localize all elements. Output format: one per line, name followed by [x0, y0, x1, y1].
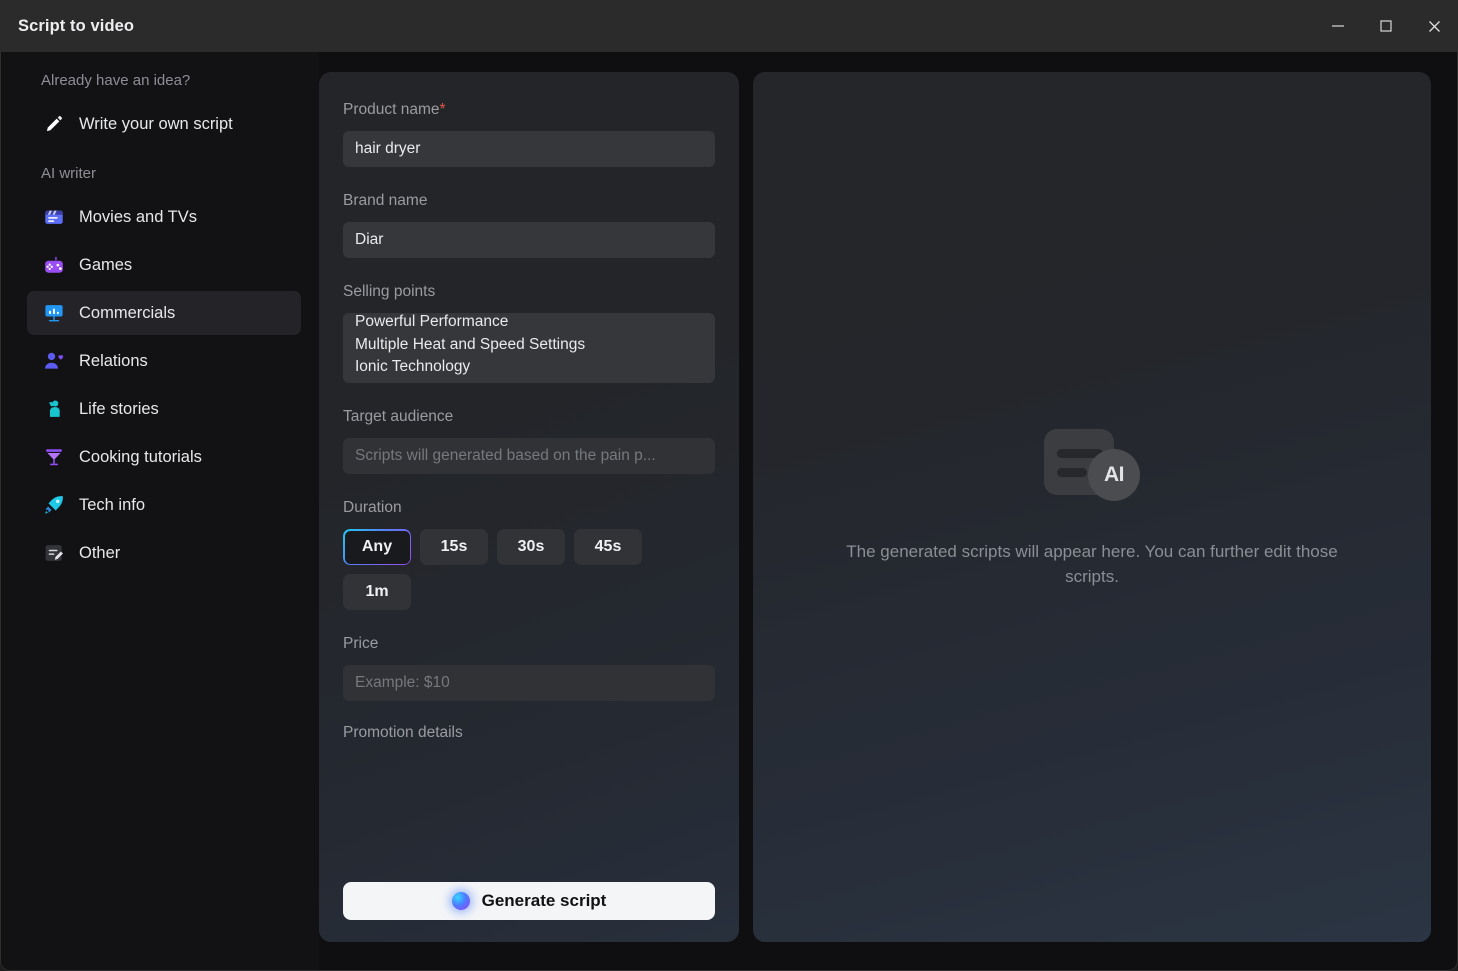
- selling-point-line: Multiple Heat and Speed Settings: [355, 335, 586, 353]
- sidebar-item-label: Movies and TVs: [79, 208, 197, 226]
- window-controls: [1314, 0, 1458, 52]
- promotion-details-label: Promotion details: [343, 724, 463, 741]
- sidebar-item-life-stories[interactable]: Life stories: [27, 387, 301, 431]
- sidebar-item-tech-info[interactable]: Tech info: [27, 483, 301, 527]
- sidebar-item-label: Write your own script: [79, 115, 233, 133]
- sidebar-item-label: Cooking tutorials: [79, 448, 202, 466]
- script-form-panel: Product name* hair dryer Brand name Diar…: [319, 72, 739, 942]
- close-button[interactable]: [1410, 0, 1458, 52]
- pencil-icon: [41, 111, 67, 137]
- product-name-label: Product name*: [343, 100, 715, 120]
- person-waving-icon: [41, 396, 67, 422]
- price-label: Price: [343, 635, 379, 652]
- duration-option-30s[interactable]: 30s: [497, 529, 565, 565]
- ai-orb-icon: [451, 892, 470, 910]
- duration-options: Any 15s 30s 45s 1m: [343, 529, 715, 610]
- selling-points-textarea[interactable]: Powerful Performance Multiple Heat and S…: [343, 313, 715, 383]
- duration-option-any[interactable]: Any: [343, 529, 411, 565]
- target-audience-label: Target audience: [343, 408, 454, 425]
- generate-script-button[interactable]: Generate script: [343, 882, 715, 920]
- minimize-button[interactable]: [1314, 0, 1362, 52]
- titlebar: Script to video: [0, 0, 1458, 52]
- product-name-input[interactable]: hair dryer: [343, 131, 715, 167]
- sidebar-item-label: Commercials: [79, 304, 176, 322]
- note-edit-icon: [41, 540, 67, 566]
- sidebar-item-label: Games: [79, 256, 133, 274]
- window-body: Already have an idea? Write your own scr…: [0, 52, 1458, 971]
- preview-empty-text: The generated scripts will appear here. …: [846, 542, 1338, 586]
- duration-option-15s[interactable]: 15s: [420, 529, 488, 565]
- script-preview-panel: AI The generated scripts will appear her…: [753, 72, 1431, 942]
- sidebar-item-label: Other: [79, 544, 121, 562]
- sidebar-item-games[interactable]: Games: [27, 243, 301, 287]
- price-input[interactable]: Example: $10: [343, 665, 715, 701]
- sidebar-item-label: Life stories: [79, 400, 159, 418]
- generate-script-label: Generate script: [481, 891, 607, 910]
- selling-points-label: Selling points: [343, 283, 436, 300]
- ai-script-placeholder-icon: AI: [1044, 425, 1140, 501]
- ai-badge: AI: [1088, 449, 1140, 501]
- presentation-chart-icon: [41, 300, 67, 326]
- sidebar-item-label: Tech info: [79, 496, 146, 514]
- cocktail-glass-icon: [41, 444, 67, 470]
- duration-option-45s[interactable]: 45s: [574, 529, 642, 565]
- sidebar-item-commercials[interactable]: Commercials: [27, 291, 301, 335]
- duration-option-label: Any: [344, 530, 410, 564]
- sidebar-item-write-your-own-script[interactable]: Write your own script: [27, 102, 301, 146]
- sidebar-section-already-have-an-idea: Already have an idea?: [41, 72, 191, 89]
- sidebar: Already have an idea? Write your own scr…: [1, 52, 319, 970]
- sidebar-item-other[interactable]: Other: [27, 531, 301, 575]
- target-audience-input[interactable]: Scripts will generated based on the pain…: [343, 438, 715, 474]
- placeholder-line-2: [1057, 468, 1087, 477]
- person-heart-icon: [41, 348, 67, 374]
- script-to-video-window: Script to video Already have an idea? Wr…: [0, 0, 1458, 971]
- sidebar-item-label: Relations: [79, 352, 148, 370]
- clapperboard-icon: [41, 204, 67, 230]
- sidebar-item-cooking-tutorials[interactable]: Cooking tutorials: [27, 435, 301, 479]
- brand-name-input[interactable]: Diar: [343, 222, 715, 258]
- sidebar-item-relations[interactable]: Relations: [27, 339, 301, 383]
- gamepad-icon: [41, 252, 67, 278]
- selling-point-line: Powerful Performance: [355, 313, 509, 330]
- product-name-label-text: Product name: [343, 101, 440, 118]
- duration-label: Duration: [343, 499, 402, 516]
- required-asterisk: *: [439, 101, 446, 118]
- sidebar-item-movies-and-tvs[interactable]: Movies and TVs: [27, 195, 301, 239]
- rocket-icon: [41, 492, 67, 518]
- window-title: Script to video: [18, 16, 135, 35]
- sidebar-section-ai-writer: AI writer: [41, 165, 97, 182]
- maximize-button[interactable]: [1362, 0, 1410, 52]
- selling-point-line: Ionic Technology: [355, 358, 471, 375]
- brand-name-label: Brand name: [343, 192, 428, 209]
- duration-option-1m[interactable]: 1m: [343, 574, 411, 610]
